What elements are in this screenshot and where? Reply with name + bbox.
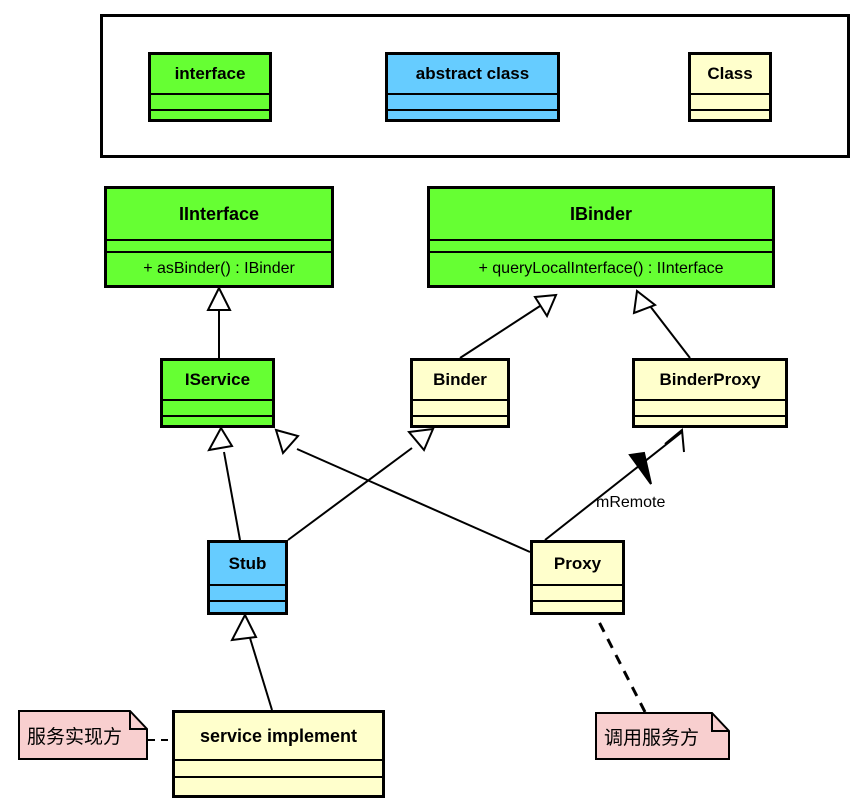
service-implement-attributes: [175, 761, 382, 776]
proxy-operations: [533, 600, 622, 612]
edge-proxy-to-iservice: [274, 428, 531, 553]
legend-item-class: Class: [688, 52, 772, 122]
note-service-provider[interactable]: 服务实现方: [18, 710, 148, 760]
class-box-iinterface[interactable]: IInterface + asBinder() : IBinder: [104, 186, 334, 288]
binder-operations: [413, 415, 507, 425]
class-box-iservice[interactable]: IService: [160, 358, 275, 428]
uml-diagram-canvas: interface abstract class Class mRemote I…: [0, 0, 859, 798]
ibinder-attributes: [430, 241, 772, 251]
edge-service-implement-to-stub: [230, 612, 273, 711]
binderproxy-attributes: [635, 401, 785, 415]
note-link-service-caller: [594, 615, 647, 713]
stub-operations: [210, 600, 285, 612]
proxy-attributes: [533, 586, 622, 600]
class-name-service-implement: service implement: [199, 725, 358, 746]
ibinder-operations: + queryLocalInterface() : IInterface: [430, 251, 772, 285]
class-box-proxy[interactable]: Proxy: [530, 540, 625, 615]
class-box-binderproxy[interactable]: BinderProxy: [632, 358, 788, 428]
class-name-binder: Binder: [433, 370, 487, 389]
legend-abstract-label: abstract class: [415, 64, 530, 83]
iservice-operations: [163, 415, 272, 425]
class-name-stub: Stub: [228, 553, 267, 573]
class-box-ibinder[interactable]: IBinder + queryLocalInterface() : IInter…: [427, 186, 775, 288]
edge-stub-to-binder: [287, 427, 435, 541]
binderproxy-operations: [635, 415, 785, 425]
edge-binderproxy-to-ibinder: [632, 289, 691, 359]
legend-class-attributes: [691, 95, 769, 109]
class-box-binder[interactable]: Binder: [410, 358, 510, 428]
edge-label-mremote: mRemote: [596, 494, 666, 511]
legend-interface-attributes: [151, 95, 269, 109]
iinterface-operations: + asBinder() : IBinder: [107, 251, 331, 285]
binder-attributes: [413, 401, 507, 415]
class-name-ibinder: IBinder: [569, 203, 632, 224]
note-service-caller[interactable]: 调用服务方: [595, 712, 730, 760]
edge-proxy-to-binderproxy: [544, 428, 685, 541]
iinterface-attributes: [107, 241, 331, 251]
class-name-iinterface: IInterface: [178, 203, 260, 224]
legend-abstract-attributes: [388, 95, 557, 109]
stub-attributes: [210, 586, 285, 600]
legend-class-operations: [691, 109, 769, 119]
note-text-service-provider: 服务实现方: [27, 725, 123, 748]
class-box-stub[interactable]: Stub: [207, 540, 288, 615]
legend-interface-label: interface: [174, 64, 246, 83]
edge-binder-to-ibinder: [459, 293, 558, 359]
legend-interface-operations: [151, 109, 269, 119]
legend-abstract-operations: [388, 109, 557, 119]
legend-item-abstract-class: abstract class: [385, 52, 560, 122]
legend-item-interface: interface: [148, 52, 272, 122]
class-name-binderproxy: BinderProxy: [659, 370, 761, 389]
iservice-attributes: [163, 401, 272, 415]
service-implement-operations: [175, 776, 382, 795]
edge-stub-to-iservice: [207, 426, 241, 541]
edge-iservice-to-iinterface: [206, 285, 232, 358]
class-box-service-implement[interactable]: service implement: [172, 710, 385, 798]
class-name-iservice: IService: [184, 370, 251, 389]
class-name-proxy: Proxy: [553, 553, 602, 573]
note-text-service-caller: 调用服务方: [604, 726, 700, 749]
legend-class-label: Class: [707, 64, 753, 83]
